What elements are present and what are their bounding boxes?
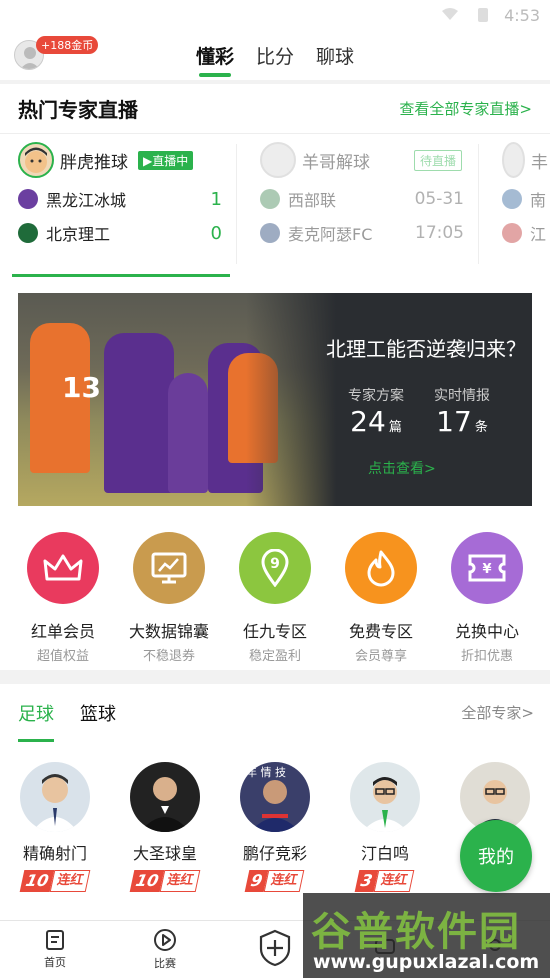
expert-name: 鹏仔竞彩 (242, 844, 307, 863)
quick-big-data[interactable]: 大数据锦囊 不稳退券 (119, 520, 219, 670)
status-time: 4:53 (504, 6, 540, 25)
away-team: 江 (530, 225, 547, 244)
live-status-badge: ▶直播中 (138, 150, 194, 170)
team-logo (18, 189, 38, 209)
top-nav: +188金币 懂彩 比分 聊球 (0, 30, 550, 80)
home-team: 南 (530, 191, 547, 210)
top-tabs: 懂彩 比分 聊球 (0, 42, 550, 77)
match-date: 05-31 (414, 189, 464, 209)
expert-name: 精确射门 (22, 844, 87, 863)
expert-name: 羊哥解球 (302, 152, 370, 173)
away-team: 北京理工 (46, 225, 111, 244)
team-logo (502, 189, 522, 209)
flame-icon (345, 532, 417, 604)
banner-view-link[interactable]: 点击查看> (368, 458, 436, 478)
expert-item[interactable]: 年 情 技 鹏仔竞彩 9 连红 (220, 762, 330, 892)
chart-screen-icon (133, 532, 205, 604)
my-fab-button[interactable]: 我的 (460, 820, 532, 892)
expert-avatar (260, 142, 296, 178)
stat-intel: 实时情报 17 条 (434, 388, 490, 438)
streak-badge: 10 连红 (19, 870, 91, 892)
ticket-icon: ¥ (451, 532, 523, 604)
svg-text:¥: ¥ (482, 562, 491, 577)
view-all-live-link[interactable]: 查看全部专家直播> (399, 98, 532, 119)
quick-entry-row: 红单会员 超值权益 大数据锦囊 不稳退券 9 任九专区 稳定盈利 免费专区 会员… (0, 520, 550, 670)
app-screen: 4:53 +188金币 懂彩 比分 聊球 热门专家直播 查看全部专家直播> 胖虎… (0, 0, 550, 978)
expert-avatar (350, 762, 420, 832)
svg-text:9: 9 (270, 556, 280, 572)
match-banner[interactable]: 13 北理工能否逆袭归来？ 专家方案 24 篇 实时情报 17 条 点击查看> (18, 293, 532, 506)
expert-avatar: 年 情 技 (240, 762, 310, 832)
live-card[interactable]: 胖虎推球 ▶直播中 黑龙江冰城 1 北京理工 0 (6, 134, 234, 274)
streak-badge: 3 连红 (355, 870, 415, 892)
wifi-icon (442, 8, 458, 20)
play-icon (154, 929, 176, 951)
team-logo (260, 189, 280, 209)
tab-basketball[interactable]: 篮球 (80, 700, 116, 742)
carousel-indicator (12, 274, 230, 277)
live-card[interactable]: 羊哥解球 待直播 西部联 05-31 麦克阿瑟FC 17:05 (248, 134, 476, 274)
expert-avatar (20, 762, 90, 832)
section-title: 热门专家直播 (18, 98, 138, 122)
tab-chat[interactable]: 聊球 (316, 42, 354, 77)
pending-status-badge: 待直播 (414, 149, 463, 171)
banner-title: 北理工能否逆袭归来？ (326, 337, 526, 361)
doc-icon (46, 930, 64, 950)
streak-badge: 9 连红 (245, 870, 305, 892)
expert-item[interactable]: 汀白鸣 3 连红 (330, 762, 440, 892)
expert-avatar (18, 142, 54, 178)
expert-item[interactable]: 精确射门 10 连红 (0, 762, 110, 892)
nav-home[interactable]: 首页 (0, 921, 110, 978)
home-score: 1 (210, 188, 222, 210)
home-team: 黑龙江冰城 (46, 191, 127, 210)
expert-name: 大圣球皇 (132, 844, 197, 863)
match-time: 17:05 (415, 223, 464, 243)
nav-match[interactable]: 比赛 (110, 921, 220, 978)
live-card[interactable]: 丰 南 江 (490, 134, 550, 274)
expert-avatar (130, 762, 200, 832)
streak-badge: 10 连红 (129, 870, 201, 892)
team-logo (260, 223, 280, 243)
expert-name: 汀白鸣 (360, 844, 409, 863)
team-logo (18, 223, 38, 243)
sport-experts-section: 足球 篮球 全部专家> 精确射门 10 连红 大圣球皇 10 连红 年 情 技 … (0, 684, 550, 924)
crown-icon (27, 532, 99, 604)
expert-name: 丰 (531, 152, 548, 173)
home-team: 西部联 (288, 191, 337, 210)
quick-exchange[interactable]: ¥ 兑换中心 折扣优惠 (437, 520, 537, 670)
tab-football[interactable]: 足球 (18, 700, 54, 742)
away-team: 麦克阿瑟FC (288, 225, 373, 244)
expert-live-section: 热门专家直播 查看全部专家直播> 胖虎推球 ▶直播中 黑龙江冰城 1 北京理工 … (0, 84, 550, 280)
quick-free-zone[interactable]: 免费专区 会员尊享 (331, 520, 431, 670)
match-photo: 13 (18, 293, 336, 506)
expert-name: 胖虎推球 (60, 152, 128, 173)
nine-pin-icon: 9 (239, 532, 311, 604)
status-bar: 4:53 (0, 0, 550, 30)
quick-ren-nine[interactable]: 9 任九专区 稳定盈利 (225, 520, 325, 670)
quick-red-member[interactable]: 红单会员 超值权益 (13, 520, 113, 670)
expert-item[interactable]: 大圣球皇 10 连红 (110, 762, 220, 892)
tab-scores[interactable]: 比分 (256, 42, 294, 77)
tab-dongcai[interactable]: 懂彩 (196, 42, 234, 77)
watermark: 谷普软件园 www.gupuxlazal.com (303, 893, 550, 978)
shield-plus-icon (259, 929, 291, 967)
all-experts-link[interactable]: 全部专家> (461, 702, 534, 723)
battery-icon (478, 8, 488, 22)
expert-avatar (502, 142, 525, 178)
svg-text:年 情 技: 年 情 技 (246, 765, 286, 779)
stat-plans: 专家方案 24 篇 (348, 388, 404, 438)
team-logo (502, 223, 522, 243)
away-score: 0 (210, 222, 222, 244)
